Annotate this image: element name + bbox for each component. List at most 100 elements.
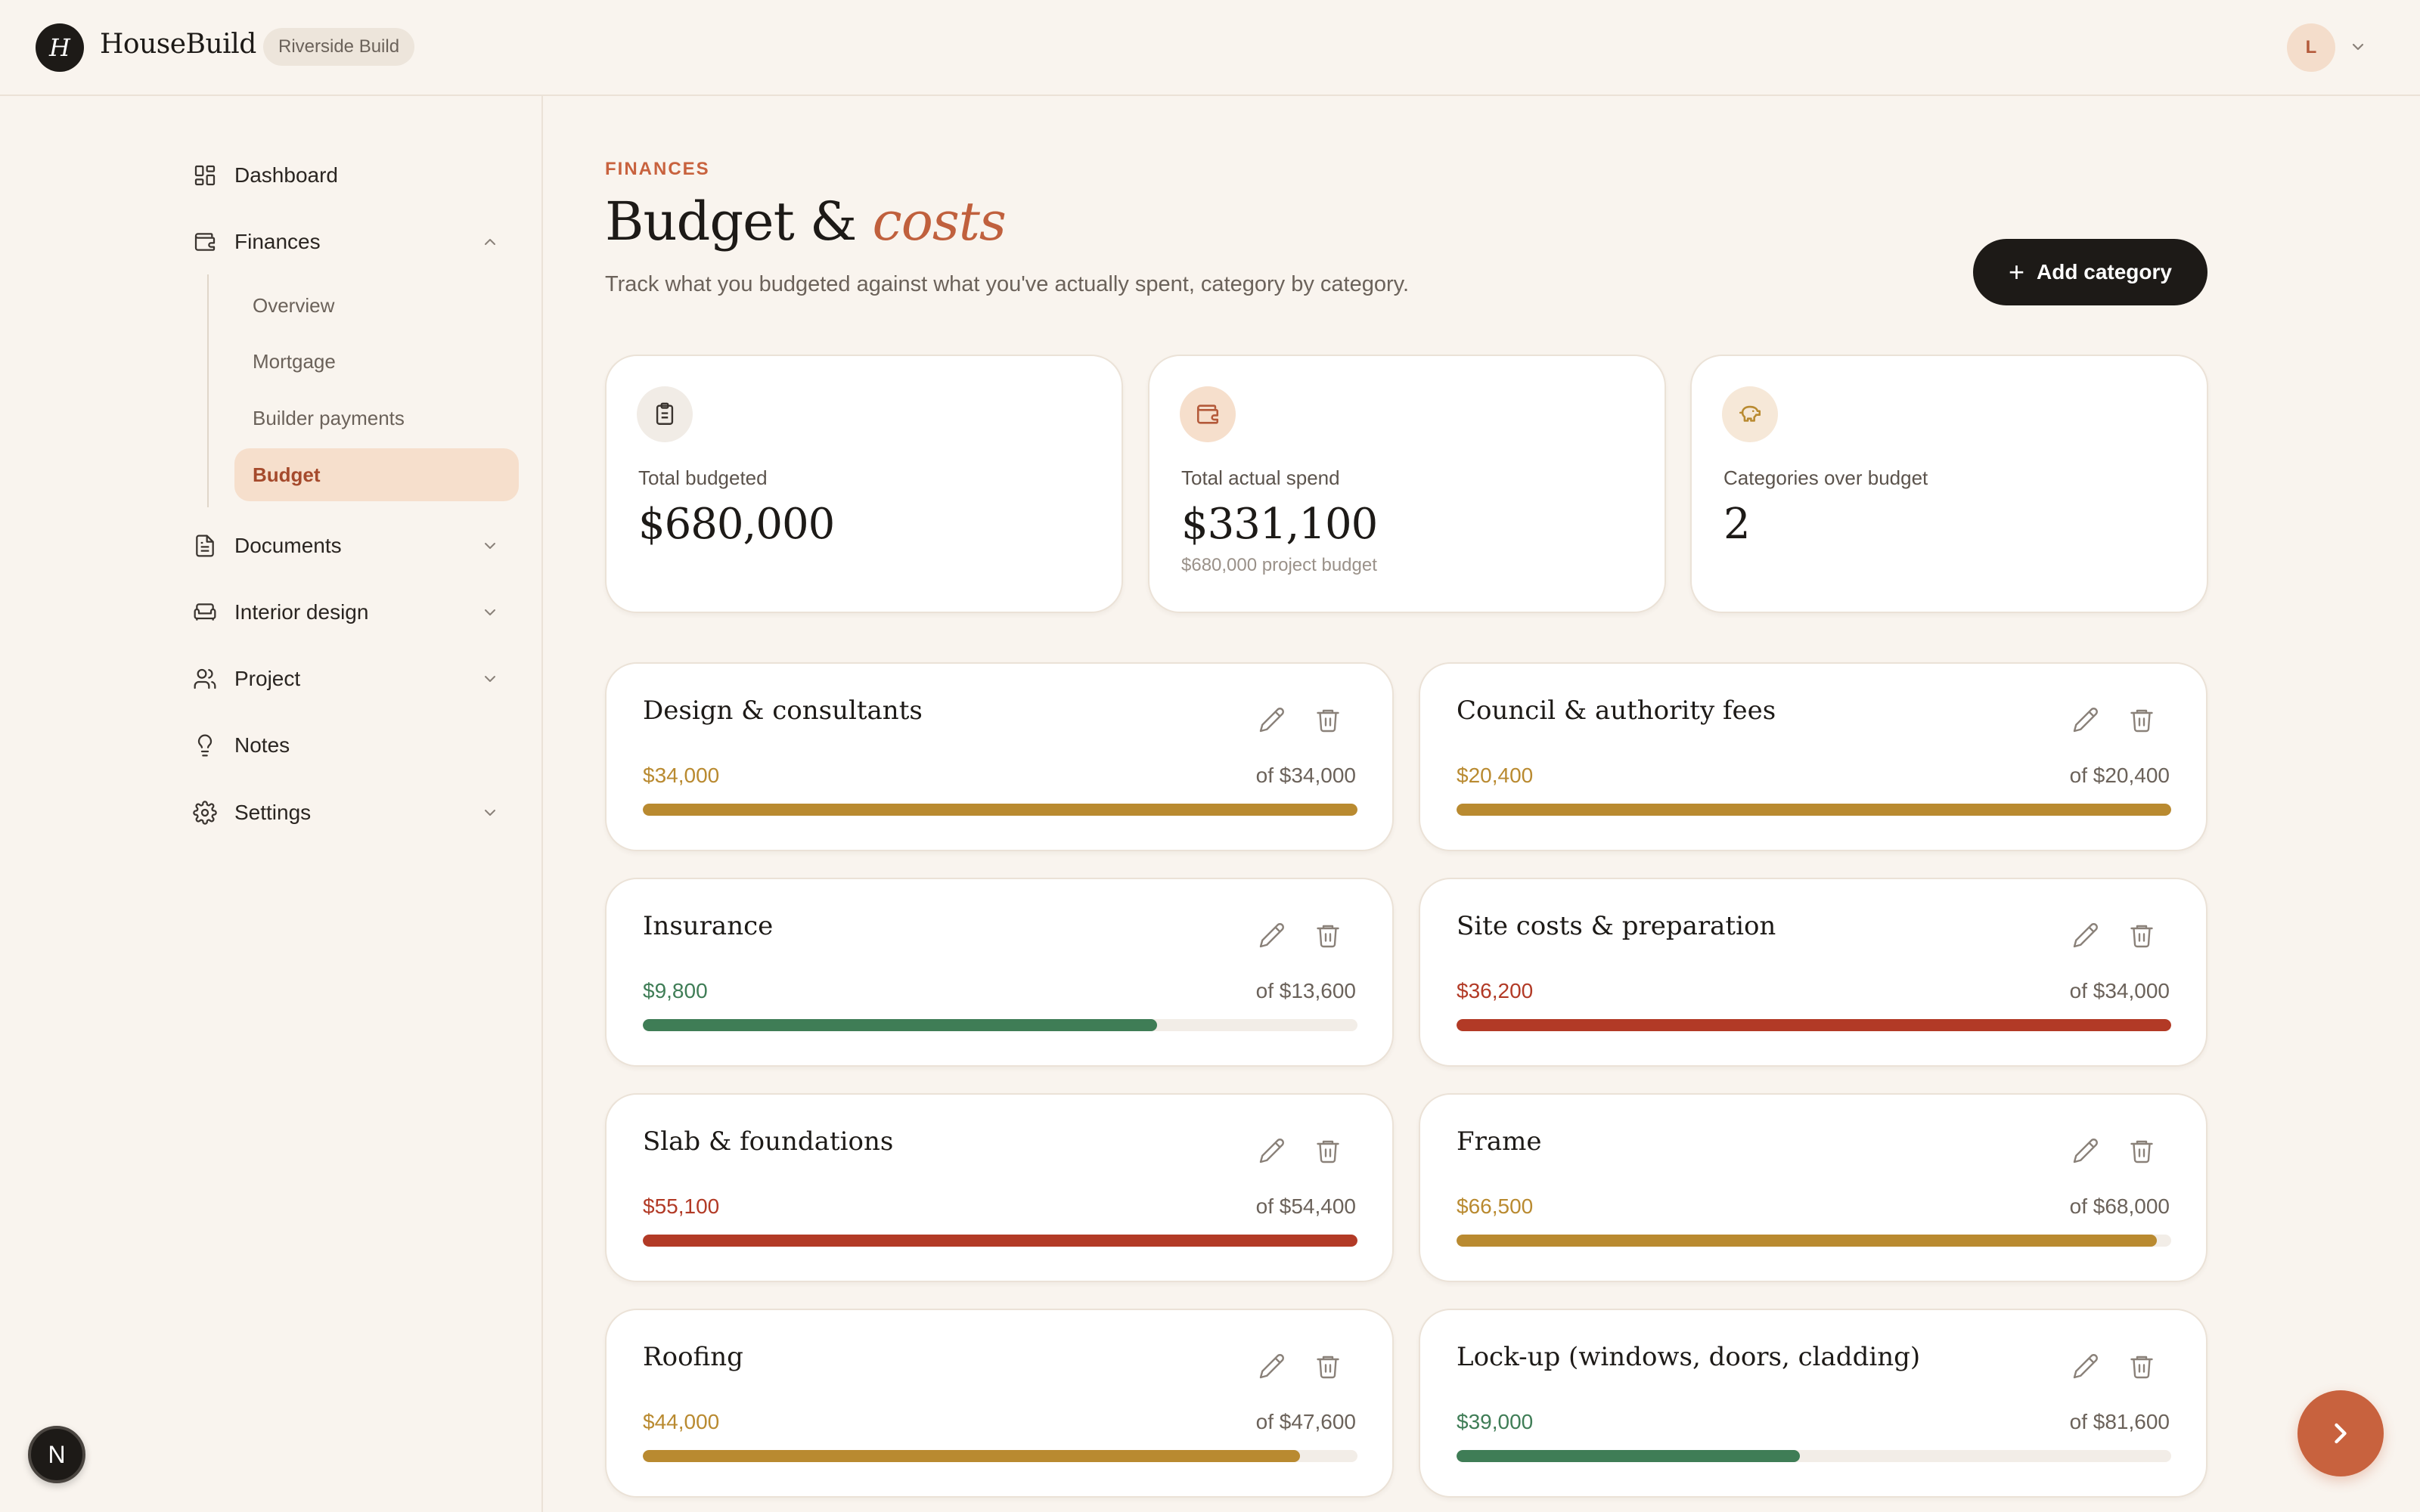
category-name: Council & authority fees <box>1457 696 1776 726</box>
trash-icon[interactable] <box>1314 706 1342 733</box>
page-title: Budget & costs <box>605 191 1007 253</box>
progress-track <box>1457 1235 2171 1247</box>
chevron-up-icon[interactable] <box>481 233 499 251</box>
sidebar-item-documents[interactable]: Documents <box>192 523 510 569</box>
trash-icon[interactable] <box>2128 1137 2155 1164</box>
progress-track <box>643 1450 1357 1462</box>
stat-card-total-budgeted: Total budgeted $680,000 <box>605 355 1123 613</box>
sidebar-item-label: Finances <box>234 230 321 253</box>
chevron-right-icon <box>2335 1423 2347 1444</box>
sidebar-item-dashboard[interactable]: Dashboard <box>192 153 510 198</box>
progress-fill <box>643 1235 1357 1247</box>
progress-fill <box>643 1450 1301 1462</box>
stat-card-total-actual-spend: Total actual spend $331,100 $680,000 pro… <box>1148 355 1666 613</box>
next-button[interactable] <box>2297 1390 2384 1476</box>
trash-icon[interactable] <box>2128 706 2155 733</box>
stat-label: Categories over budget <box>1723 466 1928 489</box>
category-name: Insurance <box>643 911 774 941</box>
trash-icon[interactable] <box>2128 922 2155 949</box>
chevron-down-icon[interactable] <box>481 804 499 822</box>
trash-icon[interactable] <box>1314 1137 1342 1164</box>
trash-icon[interactable] <box>2128 1352 2155 1380</box>
dev-tools-button[interactable]: N <box>28 1426 85 1483</box>
category-card[interactable]: Roofing $44,000 of $47,600 <box>605 1309 1394 1498</box>
category-name: Slab & foundations <box>643 1126 894 1157</box>
project-badge[interactable]: Riverside Build <box>263 28 415 66</box>
budget-amount: of $47,600 <box>1255 1410 1356 1433</box>
title-accent: costs <box>872 191 1007 253</box>
stat-label: Total budgeted <box>638 466 768 489</box>
sidebar-item-notes[interactable]: Notes <box>192 723 510 768</box>
add-category-label: Add category <box>2037 260 2172 284</box>
document-icon <box>192 533 218 559</box>
sidebar-item-finances[interactable]: Finances <box>192 219 510 265</box>
gear-icon <box>192 800 218 826</box>
sidebar-subitem-budget[interactable]: Budget <box>234 448 519 501</box>
sidebar-item-project[interactable]: Project <box>192 656 510 702</box>
pencil-icon[interactable] <box>1258 922 1286 949</box>
stat-value: 2 <box>1723 500 1751 549</box>
wallet-icon <box>192 229 218 255</box>
category-card[interactable]: Slab & foundations $55,100 of $54,400 <box>605 1093 1394 1282</box>
chevron-down-icon[interactable] <box>2349 38 2367 56</box>
category-card[interactable]: Design & consultants $34,000 of $34,000 <box>605 662 1394 851</box>
dashboard-icon <box>192 163 218 188</box>
add-category-button[interactable]: + Add category <box>1973 239 2207 305</box>
pencil-icon[interactable] <box>2072 922 2099 949</box>
budget-amount: of $34,000 <box>1255 764 1356 787</box>
clipboard-icon <box>637 386 693 442</box>
progress-fill <box>1457 804 2171 816</box>
stat-value: $331,100 <box>1181 500 1378 549</box>
users-icon <box>192 666 218 692</box>
pencil-icon[interactable] <box>2072 1352 2099 1380</box>
progress-track <box>643 804 1357 816</box>
chevron-down-icon[interactable] <box>481 670 499 688</box>
spent-amount: $44,000 <box>643 1410 720 1433</box>
spent-amount: $20,400 <box>1457 764 1534 787</box>
sidebar-item-label: Project <box>234 667 301 690</box>
pencil-icon[interactable] <box>2072 1137 2099 1164</box>
chevron-down-icon[interactable] <box>481 537 499 555</box>
progress-track <box>643 1019 1357 1031</box>
budget-amount: of $54,400 <box>1255 1194 1356 1218</box>
sidebar-item-label: Settings <box>234 801 312 824</box>
spent-amount: $34,000 <box>643 764 720 787</box>
pencil-icon[interactable] <box>2072 706 2099 733</box>
pencil-icon[interactable] <box>1258 706 1286 733</box>
category-card[interactable]: Council & authority fees $20,400 of $20,40… <box>1419 662 2207 851</box>
sidebar-item-label: Dashboard <box>234 163 338 187</box>
category-name: Lock-up (windows, doors, cladding) <box>1457 1342 1921 1372</box>
spent-amount: $55,100 <box>643 1194 720 1218</box>
sidebar-subitem-builder-payments[interactable]: Builder payments <box>234 392 519 445</box>
lightbulb-icon <box>192 733 218 758</box>
pencil-icon[interactable] <box>1258 1137 1286 1164</box>
top-bar: H HouseBuild Riverside Build L <box>0 0 2420 96</box>
pencil-icon[interactable] <box>1258 1352 1286 1380</box>
sofa-icon <box>192 600 218 625</box>
spent-amount: $39,000 <box>1457 1410 1534 1433</box>
progress-track <box>1457 1450 2171 1462</box>
avatar[interactable]: L <box>2287 23 2335 72</box>
stat-note: $680,000 project budget <box>1181 555 1377 575</box>
sidebar-item-label: Documents <box>234 534 342 557</box>
spent-amount: $36,200 <box>1457 979 1534 1002</box>
category-card[interactable]: Frame $66,500 of $68,000 <box>1419 1093 2207 1282</box>
budget-amount: of $13,600 <box>1255 979 1356 1002</box>
trash-icon[interactable] <box>1314 922 1342 949</box>
trash-icon[interactable] <box>1314 1352 1342 1380</box>
sidebar-item-interior-design[interactable]: Interior design <box>192 590 510 635</box>
section-eyebrow: FINANCES <box>605 159 710 179</box>
category-card[interactable]: Insurance $9,800 of $13,600 <box>605 878 1394 1067</box>
sidebar-subitem-overview[interactable]: Overview <box>234 279 519 332</box>
progress-fill <box>643 1019 1158 1031</box>
category-card[interactable]: Site costs & preparation $36,200 of $34,00… <box>1419 878 2207 1067</box>
spent-amount: $66,500 <box>1457 1194 1534 1218</box>
category-card[interactable]: Lock-up (windows, doors, cladding) $39,00… <box>1419 1309 2207 1498</box>
sidebar-subitem-mortgage[interactable]: Mortgage <box>234 335 519 388</box>
budget-amount: of $34,000 <box>2069 979 2170 1002</box>
sidebar-item-settings[interactable]: Settings <box>192 790 510 835</box>
category-name: Site costs & preparation <box>1457 911 1776 941</box>
chevron-down-icon[interactable] <box>481 603 499 621</box>
logo[interactable]: H <box>36 23 84 72</box>
progress-fill <box>1457 1235 2158 1247</box>
